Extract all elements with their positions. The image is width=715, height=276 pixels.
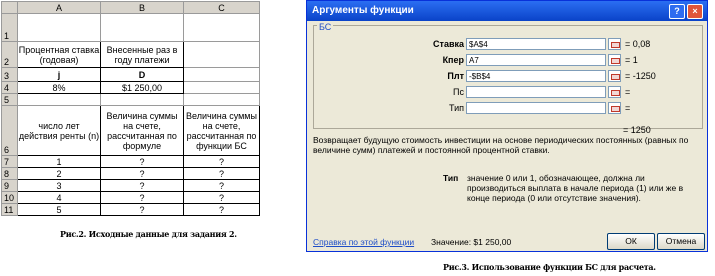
- function-arguments-dialog: Аргументы функции ? × Ставка $A$4 = 0,08…: [306, 0, 708, 252]
- close-icon[interactable]: ×: [687, 4, 703, 19]
- cancel-button[interactable]: Отмена: [657, 233, 705, 250]
- cell-c6[interactable]: Величина суммы на счете, рассчитанная по…: [183, 105, 260, 156]
- function-name: БС: [317, 22, 334, 32]
- cell-c11[interactable]: ?: [183, 203, 260, 216]
- sheet-table: A B C 1 2 Процентная ставка (годовая) Вн…: [1, 1, 260, 216]
- cell-c7[interactable]: ?: [183, 155, 260, 168]
- arg-row-nper: Кпер A7 = 1: [314, 54, 702, 68]
- column-header-a[interactable]: A: [17, 1, 101, 14]
- cell-c2[interactable]: [183, 41, 260, 68]
- collapse-dialog-icon[interactable]: [608, 102, 621, 114]
- formula-result: = 1250: [623, 125, 651, 135]
- arg-row-type: Тип =: [314, 102, 702, 116]
- row-header-6[interactable]: 6: [1, 105, 18, 156]
- row-header-8[interactable]: 8: [1, 167, 18, 180]
- row-header-11[interactable]: 11: [1, 203, 18, 216]
- arg-label-type: Тип: [448, 103, 464, 113]
- spreadsheet: A B C 1 2 Процентная ставка (годовая) Вн…: [1, 1, 260, 222]
- arg-result-pmt: = -1250: [625, 71, 656, 81]
- arg-row-pv: Пс =: [314, 86, 702, 100]
- cell-b10[interactable]: ?: [100, 191, 184, 204]
- cell-a7[interactable]: 1: [17, 155, 101, 168]
- cell-b2[interactable]: Внесенные раз в году платежи: [100, 41, 184, 68]
- arg-input-pmt[interactable]: -$B$4: [466, 70, 606, 82]
- collapse-dialog-icon[interactable]: [608, 86, 621, 98]
- cell-b3[interactable]: D: [100, 67, 184, 82]
- function-description: Возвращает будущую стоимость инвестиции …: [313, 135, 689, 155]
- cell-a8[interactable]: 2: [17, 167, 101, 180]
- arg-result-rate: = 0,08: [625, 39, 651, 49]
- sheet-corner[interactable]: [1, 1, 18, 14]
- cell-c5[interactable]: [183, 93, 260, 106]
- cell-c9[interactable]: ?: [183, 179, 260, 192]
- function-help-link[interactable]: Справка по этой функции: [313, 237, 414, 247]
- collapse-dialog-icon[interactable]: [608, 70, 621, 82]
- figure-caption-right: Рис.3. Использование функции БС для расч…: [443, 262, 656, 272]
- column-header-b[interactable]: B: [100, 1, 184, 14]
- row-header-7[interactable]: 7: [1, 155, 18, 168]
- cell-a10[interactable]: 4: [17, 191, 101, 204]
- arg-label-rate: Ставка: [433, 39, 464, 49]
- arg-input-nper[interactable]: A7: [466, 54, 606, 66]
- arg-label-pv: Пс: [453, 87, 464, 97]
- cell-c4[interactable]: [183, 81, 260, 94]
- cell-b4[interactable]: $1 250,00: [100, 81, 184, 94]
- row-header-9[interactable]: 9: [1, 179, 18, 192]
- collapse-dialog-icon[interactable]: [608, 54, 621, 66]
- cell-b9[interactable]: ?: [100, 179, 184, 192]
- row-header-5[interactable]: 5: [1, 93, 18, 106]
- cell-c3[interactable]: [183, 67, 260, 82]
- arg-label-pmt: Плт: [447, 71, 464, 81]
- dialog-title: Аргументы функции: [312, 5, 414, 16]
- cell-b1[interactable]: [100, 13, 184, 42]
- arg-label-nper: Кпер: [442, 55, 464, 65]
- figure-caption-left: Рис.2. Исходные данные для задания 2.: [60, 229, 237, 239]
- argument-help-text: значение 0 или 1, обозначающее, должна л…: [467, 173, 684, 203]
- cell-a5[interactable]: [17, 93, 101, 106]
- arg-row-rate: Ставка $A$4 = 0,08: [314, 38, 702, 52]
- row-header-4[interactable]: 4: [1, 81, 18, 94]
- dialog-titlebar[interactable]: Аргументы функции ? ×: [307, 1, 707, 21]
- cell-a3[interactable]: j: [17, 67, 101, 82]
- cell-c8[interactable]: ?: [183, 167, 260, 180]
- collapse-dialog-icon[interactable]: [608, 38, 621, 50]
- cell-c10[interactable]: ?: [183, 191, 260, 204]
- cell-b11[interactable]: ?: [100, 203, 184, 216]
- cell-a9[interactable]: 3: [17, 179, 101, 192]
- cell-a6[interactable]: число лет действия ренты (n): [17, 105, 101, 156]
- cell-a4[interactable]: 8%: [17, 81, 101, 94]
- cell-b6[interactable]: Величина суммы на счете, рассчитанная по…: [100, 105, 184, 156]
- arg-row-pmt: Плт -$B$4 = -1250: [314, 70, 702, 84]
- row-header-2[interactable]: 2: [1, 41, 18, 68]
- cell-a1[interactable]: [17, 13, 101, 42]
- help-icon[interactable]: ?: [669, 4, 685, 19]
- arg-result-type: =: [625, 103, 631, 113]
- arg-result-pv: =: [625, 87, 631, 97]
- arg-input-pv[interactable]: [466, 86, 606, 98]
- cell-c1[interactable]: [183, 13, 260, 42]
- cell-b8[interactable]: ?: [100, 167, 184, 180]
- ok-button[interactable]: ОК: [607, 233, 655, 250]
- formula-value: Значение: $1 250,00: [431, 237, 512, 247]
- argument-help-label: Тип: [443, 173, 459, 183]
- arg-result-nper: = 1: [625, 55, 638, 65]
- cell-a2[interactable]: Процентная ставка (годовая): [17, 41, 101, 68]
- row-header-3[interactable]: 3: [1, 67, 18, 82]
- arg-input-type[interactable]: [466, 102, 606, 114]
- cell-a11[interactable]: 5: [17, 203, 101, 216]
- row-header-1[interactable]: 1: [1, 13, 18, 42]
- arguments-group: Ставка $A$4 = 0,08 Кпер A7 = 1 Плт -$B$4…: [313, 25, 703, 129]
- cell-b7[interactable]: ?: [100, 155, 184, 168]
- cell-b5[interactable]: [100, 93, 184, 106]
- column-header-c[interactable]: C: [183, 1, 260, 14]
- arg-input-rate[interactable]: $A$4: [466, 38, 606, 50]
- row-header-10[interactable]: 10: [1, 191, 18, 204]
